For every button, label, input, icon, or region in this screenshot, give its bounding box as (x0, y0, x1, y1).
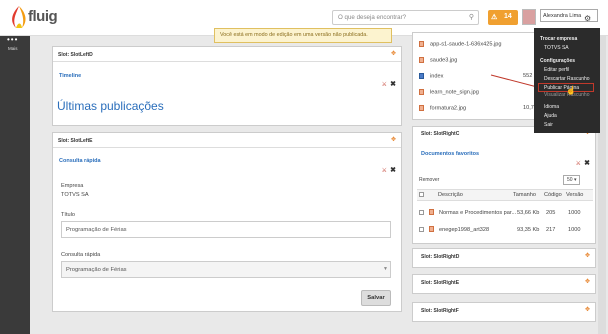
slot-title: Slot: SlotRightE (421, 280, 460, 286)
gear-icon[interactable]: ⚙ (584, 14, 591, 23)
menu-item-company[interactable]: TOTVS SA (544, 45, 569, 51)
search-placeholder: O que deseja encontrar? (338, 14, 407, 21)
file-icon (419, 89, 424, 95)
search-icon[interactable]: ⚲ (469, 13, 474, 21)
search-input[interactable]: O que deseja encontrar? ⚲ (332, 10, 479, 25)
menu-item-help[interactable]: Ajuda (544, 113, 557, 119)
quick-select[interactable]: Programação de Férias (61, 261, 391, 278)
widget-title: Documentos favoritos (421, 151, 480, 157)
col-size[interactable]: Tamanho (513, 192, 536, 198)
logo-text: fluig (28, 8, 58, 25)
menu-header-config: Configurações (540, 58, 576, 64)
col-version[interactable]: Versão (566, 192, 583, 198)
move-icon[interactable]: ✥ (585, 278, 590, 285)
doc-desc[interactable]: Normas e Procedimentos par... (439, 210, 516, 216)
menu-header-company: Trocar empresa (540, 36, 578, 42)
doc-icon (419, 73, 424, 79)
avatar[interactable] (522, 9, 536, 25)
slot-right-f: Slot: SlotRightF ✥ (412, 302, 596, 322)
close-icon[interactable]: ✖ (584, 159, 590, 167)
doc-desc[interactable]: enegep1998_art328 (439, 227, 489, 233)
menu-item-language[interactable]: Idioma (544, 104, 559, 110)
quick-label: Consulta rápida (61, 252, 101, 258)
edit-mode-banner: Você está em modo de edição em uma versã… (214, 28, 392, 43)
lock-icon[interactable]: ⚔ (382, 81, 387, 88)
file-icon (419, 41, 424, 47)
page-size-select[interactable]: 50 ▾ (563, 175, 581, 185)
menu-item-edit-profile[interactable]: Editar perfil (544, 67, 569, 73)
slot-right-e: Slot: SlotRightE ✥ (412, 274, 596, 294)
slot-left-d: Slot: SlotLeftD ✥ Timeline ⚔ ✖ Últimas p… (52, 46, 402, 126)
file-name[interactable]: formatura2.jpg (430, 105, 466, 111)
widget-title: Consulta rápida (59, 158, 101, 164)
col-code[interactable]: Código (544, 192, 562, 198)
slot-right-d: Slot: SlotRightD ✥ (412, 248, 596, 268)
move-icon[interactable]: ✥ (391, 50, 396, 57)
slot-right-c: Slot: SlotRightC ✥ Documentos favoritos … (412, 126, 596, 244)
title-field[interactable]: Programação de Férias (61, 221, 391, 238)
move-icon[interactable]: ✥ (391, 136, 396, 143)
doc-version: 1000 (568, 227, 581, 233)
file-size: 10,7 (523, 105, 534, 111)
move-icon[interactable]: ✥ (585, 252, 590, 259)
menu-item-logout[interactable]: Sair (544, 122, 553, 128)
select-all-checkbox[interactable] (419, 192, 424, 197)
file-icon (419, 57, 424, 63)
alerts-button[interactable]: ⚠ 14 (488, 10, 518, 25)
widget-title: Timeline (59, 73, 82, 79)
row-checkbox[interactable] (419, 227, 424, 232)
lock-icon[interactable]: ⚔ (576, 160, 581, 167)
more-icon[interactable]: ••• (7, 35, 18, 44)
row-checkbox[interactable] (419, 210, 424, 215)
more-label[interactable]: Mais (8, 46, 18, 51)
file-name[interactable]: saude3.jpg (430, 57, 457, 63)
chevron-down-icon[interactable]: ▼ (383, 266, 388, 272)
remove-button[interactable]: Remover (419, 177, 439, 183)
doc-code: 217 (546, 227, 556, 233)
doc-size: 53,66 Kb (517, 210, 540, 216)
close-icon[interactable]: ✖ (390, 166, 396, 174)
file-name[interactable]: app-s1-saude-1-636x425.jpg (430, 41, 502, 47)
save-button[interactable]: Salvar (361, 290, 391, 306)
slot-title: Slot: SlotRightC (421, 131, 460, 137)
alerts-count: 14 (504, 13, 512, 20)
company-value: TOTVS SA (61, 192, 89, 198)
slot-left-e: Slot: SlotLeftE ✥ Consulta rápida ⚔ ✖ Em… (52, 132, 402, 312)
warning-icon: ⚠ (491, 14, 498, 21)
lock-icon[interactable]: ⚔ (382, 167, 387, 174)
doc-code: 205 (546, 210, 556, 216)
user-menu: Trocar empresa TOTVS SA Configurações Ed… (534, 28, 600, 133)
cursor-icon: ☝ (566, 86, 576, 95)
menu-item-discard-draft[interactable]: Descartar Rascunho (544, 76, 590, 82)
slot-title: Slot: SlotRightD (421, 254, 460, 260)
doc-version: 1000 (568, 210, 581, 216)
col-description[interactable]: Descrição (438, 192, 463, 198)
page-size-value: 50 (567, 177, 573, 183)
slot-title: Slot: SlotRightF (421, 308, 459, 314)
timeline-heading: Últimas publicações (57, 99, 164, 113)
file-name[interactable]: index (430, 73, 443, 79)
slot-title: Slot: SlotLeftE (58, 138, 93, 144)
file-icon (419, 105, 424, 111)
file-name[interactable]: learn_note_sign.jpg (430, 89, 479, 95)
file-icon (429, 209, 434, 215)
move-icon[interactable]: ✥ (585, 306, 590, 313)
company-label: Empresa (61, 183, 84, 189)
doc-size: 93,35 Kb (517, 227, 540, 233)
slot-title: Slot: SlotLeftD (58, 52, 93, 58)
sidebar (0, 36, 30, 334)
close-icon[interactable]: ✖ (390, 80, 396, 88)
file-icon (429, 226, 434, 232)
title-label: Título (61, 212, 75, 218)
